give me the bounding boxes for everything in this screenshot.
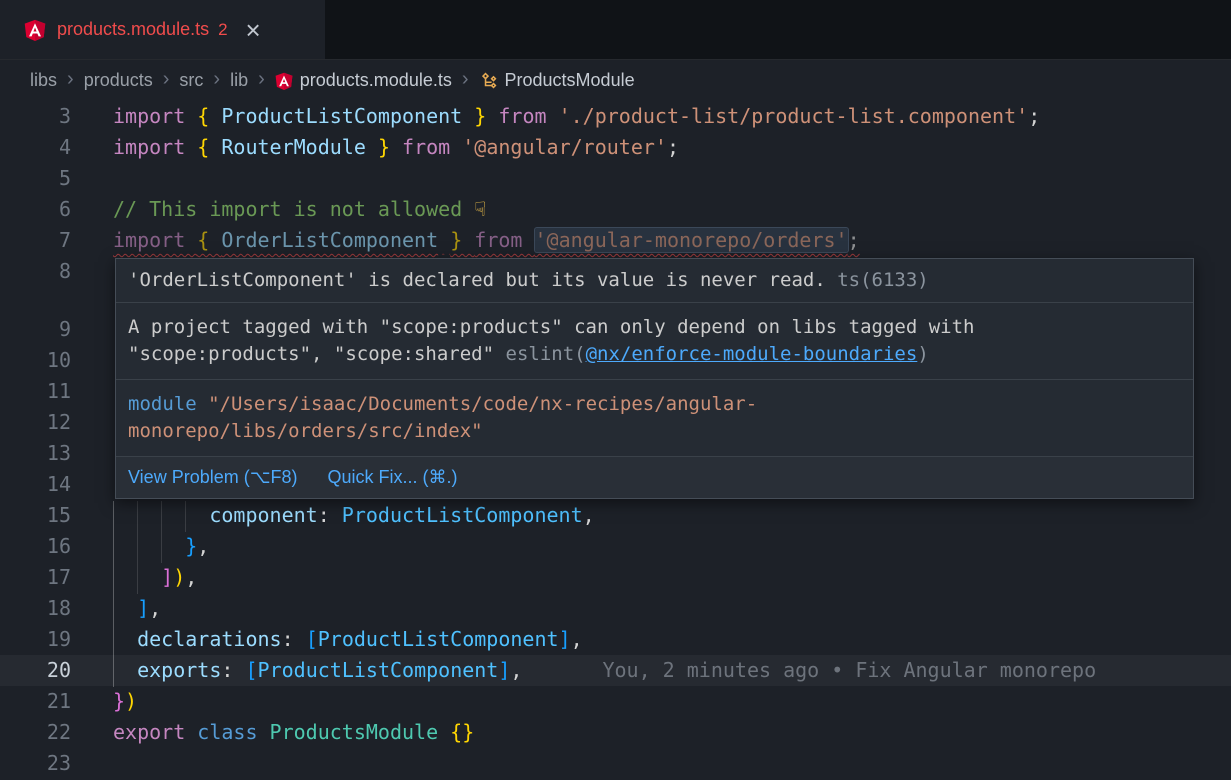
diagnostic-message-line1: A project tagged with "scope:products" c… bbox=[128, 316, 974, 338]
tab-bar: products.module.ts 2 × bbox=[0, 0, 1231, 60]
line-number: 6 bbox=[0, 194, 113, 225]
code-text[interactable]: import { ProductListComponent } from './… bbox=[113, 101, 1040, 132]
code-line-6[interactable]: 6// This import is not allowed ☟ bbox=[0, 194, 1231, 225]
diagnostic-message-line2: "scope:products", "scope:shared" bbox=[128, 343, 506, 365]
vscode-window: products.module.ts 2 × libs › products ›… bbox=[0, 0, 1231, 780]
code-line-21[interactable]: 21}) bbox=[0, 686, 1231, 717]
code-text[interactable]: import { OrderListComponent } from '@ang… bbox=[113, 225, 860, 256]
error-hover-popup: 'OrderListComponent' is declared but its… bbox=[115, 258, 1194, 499]
close-icon[interactable]: × bbox=[246, 17, 261, 43]
breadcrumb-item-symbol[interactable]: ProductsModule bbox=[505, 70, 635, 91]
breadcrumb-item-src[interactable]: src bbox=[179, 70, 203, 91]
line-number: 7 bbox=[0, 225, 113, 256]
eslint-rule-link[interactable]: @nx/enforce-module-boundaries bbox=[586, 343, 918, 365]
line-number: 13 bbox=[0, 438, 113, 469]
diagnostic-ts6133: 'OrderListComponent' is declared but its… bbox=[116, 259, 1193, 302]
module-path-line2: monorepo/libs/orders/src/index" bbox=[128, 420, 483, 442]
code-line-23[interactable]: 23 bbox=[0, 748, 1231, 779]
diagnostic-message: 'OrderListComponent' is declared but its… bbox=[128, 269, 826, 291]
code-line-22[interactable]: 22export class ProductsModule {} bbox=[0, 717, 1231, 748]
chevron-right-icon: › bbox=[258, 68, 265, 91]
code-text[interactable]: ], bbox=[113, 593, 161, 624]
indent-guide bbox=[113, 501, 114, 687]
code-text[interactable]: import { RouterModule } from '@angular/r… bbox=[113, 132, 679, 163]
diagnostic-source-suffix: ) bbox=[917, 343, 928, 365]
angular-icon bbox=[24, 19, 46, 41]
line-number: 22 bbox=[0, 717, 113, 748]
chevron-right-icon: › bbox=[213, 68, 220, 91]
diagnostic-source-prefix: eslint( bbox=[506, 343, 586, 365]
code-text[interactable]: ]), bbox=[113, 562, 197, 593]
line-number: 11 bbox=[0, 376, 113, 407]
code-text[interactable]: declarations: [ProductListComponent], bbox=[113, 624, 583, 655]
indent-guide bbox=[137, 501, 138, 594]
code-line-16[interactable]: 16 }, bbox=[0, 531, 1231, 562]
angular-icon bbox=[275, 72, 293, 90]
module-keyword: module bbox=[128, 393, 197, 415]
module-path-block: module "/Users/isaac/Documents/code/nx-r… bbox=[116, 379, 1193, 456]
line-number: 12 bbox=[0, 407, 113, 438]
line-number: 9 bbox=[0, 314, 113, 345]
chevron-right-icon: › bbox=[67, 68, 74, 91]
line-number: 19 bbox=[0, 624, 113, 655]
line-number: 10 bbox=[0, 345, 113, 376]
indent-guide bbox=[185, 501, 186, 532]
editor: 3import { ProductListComponent } from '.… bbox=[0, 101, 1231, 780]
code-text[interactable]: export class ProductsModule {} bbox=[113, 717, 474, 748]
code-line-7[interactable]: 7import { OrderListComponent } from '@an… bbox=[0, 225, 1231, 256]
line-number: 17 bbox=[0, 562, 113, 593]
line-number: 15 bbox=[0, 500, 113, 531]
chevron-right-icon: › bbox=[163, 68, 170, 91]
diagnostic-source: ts(6133) bbox=[826, 269, 929, 291]
breadcrumb-item-products[interactable]: products bbox=[84, 70, 153, 91]
line-number: 4 bbox=[0, 132, 113, 163]
code-text[interactable]: exports: [ProductListComponent], bbox=[113, 655, 522, 686]
git-blame-annotation: You, 2 minutes ago • Fix Angular monorep… bbox=[602, 655, 1096, 686]
line-number: 23 bbox=[0, 748, 113, 779]
line-number: 16 bbox=[0, 531, 113, 562]
chevron-right-icon: › bbox=[462, 68, 469, 91]
code-line-20[interactable]: 20 exports: [ProductListComponent], You, … bbox=[0, 655, 1231, 686]
code-text[interactable]: // This import is not allowed ☟ bbox=[113, 194, 486, 225]
diagnostic-eslint: A project tagged with "scope:products" c… bbox=[116, 302, 1193, 379]
code-text[interactable]: }) bbox=[113, 686, 137, 717]
code-line-4[interactable]: 4import { RouterModule } from '@angular/… bbox=[0, 132, 1231, 163]
hover-actions: View Problem (⌥F8) Quick Fix... (⌘.) bbox=[116, 456, 1193, 498]
tab-label: products.module.ts bbox=[57, 19, 209, 40]
line-number: 14 bbox=[0, 469, 113, 500]
indent-guide bbox=[161, 501, 162, 563]
code-line-18[interactable]: 18 ], bbox=[0, 593, 1231, 624]
line-number: 20 bbox=[0, 655, 113, 686]
breadcrumb-item-lib[interactable]: lib bbox=[230, 70, 248, 91]
code-line-19[interactable]: 19 declarations: [ProductListComponent], bbox=[0, 624, 1231, 655]
line-number: 3 bbox=[0, 101, 113, 132]
line-number: 18 bbox=[0, 593, 113, 624]
breadcrumb-item-file[interactable]: products.module.ts bbox=[300, 70, 452, 91]
tab-products-module[interactable]: products.module.ts 2 × bbox=[0, 0, 325, 59]
code-line-3[interactable]: 3import { ProductListComponent } from '.… bbox=[0, 101, 1231, 132]
module-path-line1: "/Users/isaac/Documents/code/nx-recipes/… bbox=[197, 393, 758, 415]
line-number: 8 bbox=[0, 256, 113, 287]
breadcrumb: libs › products › src › lib › products.m… bbox=[0, 60, 1231, 101]
class-symbol-icon bbox=[479, 71, 498, 90]
quick-fix-button[interactable]: Quick Fix... (⌘.) bbox=[327, 467, 457, 488]
code-line-5[interactable]: 5 bbox=[0, 163, 1231, 194]
tab-error-count-badge: 2 bbox=[218, 20, 227, 40]
code-line-17[interactable]: 17 ]), bbox=[0, 562, 1231, 593]
view-problem-button[interactable]: View Problem (⌥F8) bbox=[128, 467, 297, 488]
breadcrumb-item-libs[interactable]: libs bbox=[30, 70, 57, 91]
line-number: 21 bbox=[0, 686, 113, 717]
line-number: 5 bbox=[0, 163, 113, 194]
